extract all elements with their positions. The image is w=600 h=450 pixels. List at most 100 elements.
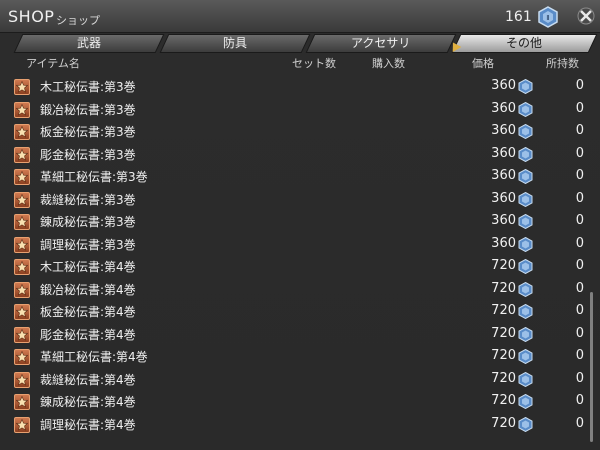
tab-armor[interactable]: 防具 [159, 34, 311, 53]
list-item[interactable]: 木工秘伝書:第3巻 360 0 [0, 75, 588, 97]
item-owned-count: 0 [575, 280, 584, 296]
item-name: 裁縫秘伝書:第3巻 [40, 192, 136, 207]
star-icon [16, 396, 28, 408]
item-name: 板金秘伝書:第4巻 [40, 305, 136, 319]
list-item[interactable]: 木工秘伝書:第4巻 720 0 [0, 255, 588, 277]
item-icon [14, 146, 30, 163]
item-name: 錬成秘伝書:第4巻 [40, 395, 136, 409]
item-price: 360 [491, 100, 516, 116]
star-icon [16, 283, 28, 296]
list-item[interactable]: 錬成秘伝書:第4巻 720 0 [0, 390, 588, 412]
tomestone-icon [518, 79, 533, 94]
item-name: 調理秘伝書:第3巻 [40, 237, 136, 252]
list-item[interactable]: 彫金秘伝書:第3巻 360 0 [0, 143, 588, 165]
item-icon [14, 349, 30, 365]
tab-weapons[interactable]: 武器 [13, 34, 165, 53]
column-header-price: 価格 [472, 57, 494, 70]
item-price: 360 [491, 145, 516, 161]
item-price: 720 [491, 348, 516, 363]
tomestone-icon [518, 371, 533, 387]
item-price: 720 [491, 258, 516, 273]
item-owned-count: 0 [575, 393, 584, 408]
tomestone-icon [518, 259, 533, 274]
star-icon [16, 373, 28, 386]
star-icon [16, 306, 28, 318]
item-owned-count: 0 [575, 213, 584, 228]
tomestone-icon [518, 281, 533, 297]
shop-window: SHOP ショップ 161 Ⅱ 武器 防具 アクセサリ その他 アイテム名 セッ… [0, 0, 600, 450]
item-owned-count: 0 [575, 303, 584, 318]
item-icon [14, 214, 30, 230]
list-item[interactable]: 鍛冶秘伝書:第4巻 720 0 [0, 278, 588, 300]
star-icon [16, 81, 28, 93]
tomestone-icon [518, 124, 533, 139]
list-item[interactable]: 彫金秘伝書:第4巻 720 0 [0, 323, 588, 345]
item-icon [14, 101, 30, 118]
item-owned-count: 0 [575, 258, 584, 273]
scrollbar[interactable] [590, 292, 593, 442]
item-owned-count: 0 [575, 190, 584, 206]
star-icon [16, 261, 28, 273]
svg-text:Ⅱ: Ⅱ [546, 14, 549, 22]
list-item[interactable]: 裁縫秘伝書:第4巻 720 0 [0, 368, 588, 390]
close-icon[interactable] [576, 6, 596, 26]
tomestone-icon [518, 101, 533, 117]
tomestone-icon [518, 394, 533, 409]
item-price: 720 [491, 303, 516, 318]
item-name: 革細工秘伝書:第4巻 [40, 350, 148, 364]
item-owned-count: 0 [575, 348, 584, 363]
item-name: 木工秘伝書:第3巻 [40, 80, 136, 94]
item-price: 360 [491, 168, 516, 183]
item-icon [14, 124, 30, 140]
column-header-item-name: アイテム名 [26, 57, 80, 70]
tomestone-icon [518, 191, 533, 207]
star-icon [16, 216, 28, 228]
item-price: 360 [491, 78, 516, 93]
list-item[interactable]: 調理秘伝書:第4巻 720 0 [0, 413, 588, 435]
item-price: 720 [491, 393, 516, 408]
item-price: 720 [491, 415, 516, 431]
tab-accessories[interactable]: アクセサリ [305, 34, 457, 53]
tomestone-icon: Ⅱ [538, 6, 558, 28]
tomestone-icon [518, 304, 533, 319]
tomestone-icon [518, 214, 533, 229]
list-item[interactable]: 裁縫秘伝書:第3巻 360 0 [0, 188, 588, 210]
star-icon [16, 193, 28, 206]
star-icon [16, 238, 28, 251]
item-price: 720 [491, 280, 516, 296]
list-item[interactable]: 鍛冶秘伝書:第3巻 360 0 [0, 98, 588, 120]
column-header-purchase-count: 購入数 [372, 57, 405, 70]
tomestone-icon [518, 236, 533, 252]
star-icon [16, 126, 28, 138]
currency-amount: 161 [505, 9, 532, 25]
list-item[interactable]: 調理秘伝書:第3巻 360 0 [0, 233, 588, 255]
item-owned-count: 0 [575, 235, 584, 251]
window-subtitle: ショップ [56, 14, 100, 27]
item-owned-count: 0 [575, 415, 584, 431]
window-title: SHOP [8, 7, 55, 26]
item-name: 革細工秘伝書:第3巻 [40, 170, 148, 184]
tomestone-icon [518, 146, 533, 162]
item-icon [14, 394, 30, 410]
item-icon [14, 191, 30, 208]
item-icon [14, 281, 30, 298]
item-list: 木工秘伝書:第3巻 360 0 鍛冶秘伝書:第3巻 360 0 板金秘伝書:第3… [0, 75, 590, 447]
list-item[interactable]: 板金秘伝書:第4巻 720 0 [0, 300, 588, 322]
item-owned-count: 0 [575, 370, 584, 386]
item-name: 裁縫秘伝書:第4巻 [40, 372, 136, 387]
list-item[interactable]: 錬成秘伝書:第3巻 360 0 [0, 210, 588, 232]
star-icon [16, 171, 28, 183]
item-price: 360 [491, 123, 516, 138]
item-price: 360 [491, 235, 516, 251]
list-item[interactable]: 革細工秘伝書:第4巻 720 0 [0, 345, 588, 367]
tomestone-icon [518, 169, 533, 184]
item-price: 360 [491, 213, 516, 228]
list-item[interactable]: 革細工秘伝書:第3巻 360 0 [0, 165, 588, 187]
tab-other[interactable]: その他 [451, 34, 598, 53]
item-owned-count: 0 [575, 78, 584, 93]
item-icon [14, 416, 30, 433]
item-icon [14, 304, 30, 320]
list-item[interactable]: 板金秘伝書:第3巻 360 0 [0, 120, 588, 142]
item-name: 鍛冶秘伝書:第4巻 [40, 282, 136, 297]
item-name: 彫金秘伝書:第3巻 [40, 147, 136, 162]
